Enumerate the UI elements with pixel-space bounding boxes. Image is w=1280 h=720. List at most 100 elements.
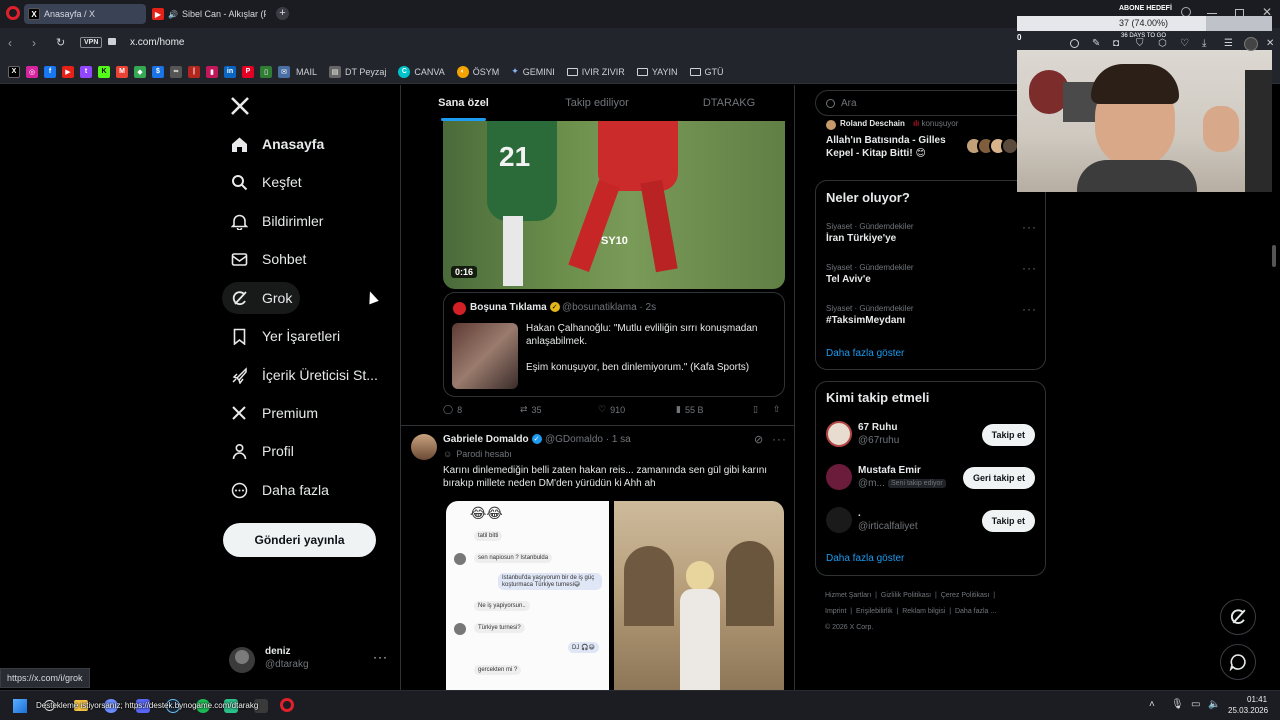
trend-item[interactable]: Siyaset · Gündemdekiler İran Türkiye'ye … bbox=[826, 220, 1037, 244]
camera-icon[interactable]: ◘ bbox=[1113, 38, 1119, 49]
menu-icon[interactable]: ☰ bbox=[1224, 38, 1233, 49]
opera-logo-icon[interactable] bbox=[6, 6, 20, 20]
account-more-icon[interactable]: ··· bbox=[373, 650, 388, 664]
linkedin-bookmark-icon[interactable]: in bbox=[224, 65, 236, 78]
pinterest-bookmark-icon[interactable]: P bbox=[242, 65, 254, 78]
shield-icon[interactable]: ⛉ bbox=[1136, 38, 1144, 49]
grok-float-button[interactable] bbox=[1220, 599, 1256, 635]
follow-button[interactable]: Takip et bbox=[981, 424, 1035, 446]
maps-bookmark-icon[interactable]: ◆ bbox=[134, 65, 146, 78]
who-show-more-link[interactable]: Daha fazla göster bbox=[826, 553, 904, 564]
footer-link[interactable]: Imprint bbox=[825, 608, 846, 615]
clock-time[interactable]: 01:41 bbox=[1247, 695, 1267, 704]
bookmark-icon[interactable]: ▯ bbox=[753, 404, 758, 415]
opera-taskbar-icon[interactable] bbox=[280, 698, 294, 712]
repost-button[interactable]: ⇄ 35 bbox=[520, 404, 542, 415]
extensions-icon[interactable]: ⬡ bbox=[1158, 38, 1167, 49]
tab-dtarakg[interactable]: DTARAKG bbox=[663, 85, 795, 121]
trends-show-more-link[interactable]: Daha fazla göster bbox=[826, 348, 904, 359]
x-bookmark-icon[interactable]: X bbox=[8, 65, 20, 78]
footer-link[interactable]: Erişilebilirlik bbox=[856, 608, 893, 615]
sidebar-item-bookmarks[interactable]: Yer İşaretleri bbox=[222, 320, 348, 352]
trend-item[interactable]: Siyaset · Gündemdekiler Tel Aviv'e ··· bbox=[826, 261, 1037, 285]
bookmark-gemini[interactable]: ✦ GEMINI bbox=[511, 66, 555, 77]
post-image-photo[interactable] bbox=[614, 501, 784, 690]
facebook-bookmark-icon[interactable]: f bbox=[44, 65, 56, 78]
footer-link[interactable]: Çerez Politikası bbox=[941, 592, 990, 599]
tab-x-home[interactable]: X Anasayfa / X bbox=[24, 4, 146, 24]
mail-bookmark-icon[interactable]: ✉ bbox=[278, 65, 290, 78]
new-tab-plus-icon[interactable]: + bbox=[276, 7, 289, 20]
sidebar-item-more[interactable]: Daha fazla bbox=[222, 474, 337, 506]
vpn-badge[interactable]: VPN bbox=[80, 37, 103, 48]
messages-float-button[interactable] bbox=[1220, 644, 1256, 680]
sidebar-item-premium[interactable]: Premium bbox=[222, 397, 326, 429]
profile-avatar[interactable] bbox=[1244, 37, 1258, 51]
youtube-bookmark-icon[interactable]: ▶ bbox=[62, 65, 74, 78]
video-player[interactable]: 21 SY10 0:16 bbox=[443, 121, 785, 289]
suggested-account[interactable]: 67 Ruhu @67ruhu Takip et bbox=[816, 416, 1045, 456]
follow-back-button[interactable]: Geri takip et bbox=[962, 467, 1035, 489]
twitch-bookmark-icon[interactable]: t bbox=[80, 65, 92, 78]
views-button[interactable]: ▮ 55 B bbox=[676, 404, 703, 415]
dollar-bookmark-icon[interactable]: $ bbox=[152, 65, 164, 78]
x-logo-icon[interactable] bbox=[230, 96, 250, 116]
suggested-account[interactable]: Mustafa Emir @m... Seni takip ediyor Ger… bbox=[816, 459, 1045, 499]
zoom-icon[interactable] bbox=[1070, 39, 1079, 48]
heart-icon[interactable]: ♡ bbox=[1180, 38, 1189, 49]
trend-item[interactable]: Siyaset · Gündemdekiler #TaksimMeydanı ·… bbox=[826, 302, 1037, 326]
clock-date[interactable]: 25.03.2026 bbox=[1228, 706, 1268, 715]
bookmark-osym[interactable]: ◐ ÖSYM bbox=[456, 65, 499, 78]
sidebar-item-notifications[interactable]: Bildirimler bbox=[222, 205, 331, 237]
scrollbar[interactable] bbox=[1272, 245, 1276, 267]
grok-icon[interactable]: ⊘ bbox=[754, 433, 763, 446]
reload-icon[interactable]: ↻ bbox=[56, 36, 65, 49]
tab-for-you[interactable]: Sana özel bbox=[401, 85, 526, 121]
footer-link[interactable]: Daha fazla ... bbox=[955, 608, 996, 615]
reply-button[interactable]: ◯ 8 bbox=[443, 404, 462, 415]
lock-icon[interactable] bbox=[108, 38, 116, 45]
link-bookmark-icon[interactable]: ∞ bbox=[170, 65, 182, 78]
edit-icon[interactable]: ✎ bbox=[1092, 38, 1100, 49]
quoted-post[interactable]: Boşuna Tıklama ✓ @bosunatiklama · 2s Haka… bbox=[443, 292, 785, 397]
post-more-icon[interactable]: ··· bbox=[772, 432, 787, 446]
start-icon[interactable] bbox=[13, 699, 27, 713]
bookmark-yayin[interactable]: YAYIN bbox=[636, 67, 678, 77]
close-sidebar-icon[interactable]: ✕ bbox=[1266, 38, 1274, 49]
pink-bookmark-icon[interactable]: ▮ bbox=[206, 65, 218, 78]
back-icon[interactable]: ‹ bbox=[8, 36, 12, 50]
footer-link[interactable]: Reklam bilgisi bbox=[902, 608, 945, 615]
bookmark-gtu[interactable]: GTÜ bbox=[689, 67, 724, 77]
volume-icon[interactable]: 🔈 bbox=[1208, 699, 1220, 710]
trend-more-icon[interactable]: ··· bbox=[1022, 261, 1037, 275]
suggested-account[interactable]: . @irticalfaliyet Takip et bbox=[816, 502, 1045, 542]
tab-following[interactable]: Takip ediliyor bbox=[531, 85, 663, 121]
sidebar-item-creator-studio[interactable]: İçerik Üreticisi St... bbox=[222, 359, 386, 391]
live-space[interactable]: Roland Deschain ılı konuşuyor Allah'ın B… bbox=[815, 116, 1019, 166]
sidebar-item-profile[interactable]: Profil bbox=[222, 435, 302, 467]
search-input[interactable]: Ara bbox=[815, 90, 1046, 116]
post[interactable]: Gabriele Domaldo ✓ @GDomaldo · 1 sa ⊘ ···… bbox=[401, 426, 795, 690]
sidebar-item-messages[interactable]: Sohbet bbox=[222, 243, 314, 275]
forward-icon[interactable]: › bbox=[32, 36, 36, 50]
footer-link[interactable]: Hizmet Şartları bbox=[825, 592, 871, 599]
trend-more-icon[interactable]: ··· bbox=[1022, 220, 1037, 234]
sidebar-item-explore[interactable]: Keşfet bbox=[222, 166, 310, 198]
phone-bookmark-icon[interactable]: ▯ bbox=[260, 65, 272, 78]
trend-more-icon[interactable]: ··· bbox=[1022, 302, 1037, 316]
sidebar-item-home[interactable]: Anasayfa bbox=[222, 128, 332, 160]
kick-bookmark-icon[interactable]: K bbox=[98, 65, 110, 78]
download-icon[interactable]: ⤓ bbox=[1202, 38, 1206, 49]
post-image-chat[interactable]: 😂😂 tatil bitti sen napiosun ? Istanbulda… bbox=[446, 501, 609, 690]
tab-youtube[interactable]: ▶ 🔊 Sibel Can - Alkışlar (Pr bbox=[148, 4, 266, 24]
red-bookmark-icon[interactable]: | bbox=[188, 65, 200, 78]
url-field[interactable]: x.com/home bbox=[130, 37, 184, 48]
bookmark-canva[interactable]: C CANVA bbox=[398, 65, 445, 78]
bookmark-mail[interactable]: MAIL bbox=[296, 67, 317, 77]
share-icon[interactable]: ⇧ bbox=[773, 404, 781, 415]
chevron-up-icon[interactable]: ˄ bbox=[1149, 699, 1155, 710]
follow-button[interactable]: Takip et bbox=[981, 510, 1035, 532]
sidebar-item-grok[interactable]: Grok bbox=[222, 282, 301, 314]
bookmark-dt-peyzaj[interactable]: ▤ DT Peyzaj bbox=[329, 65, 386, 78]
gmail-bookmark-icon[interactable]: M bbox=[116, 65, 128, 78]
